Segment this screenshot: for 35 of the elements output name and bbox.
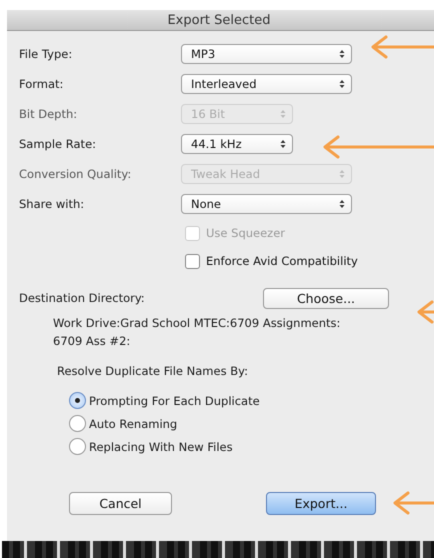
radio-label: Replacing With New Files xyxy=(89,440,233,454)
stepper-icon xyxy=(339,79,345,89)
popup-menu[interactable]: MP3 xyxy=(181,44,352,64)
checkbox[interactable] xyxy=(185,254,200,268)
checkbox-label: Use Squeezer xyxy=(206,226,286,240)
field-label: Bit Depth: xyxy=(19,107,78,121)
radio-button[interactable] xyxy=(69,392,86,409)
choose-button[interactable]: Choose... xyxy=(263,288,389,308)
popup-menu[interactable]: Interleaved xyxy=(181,74,352,94)
export-button[interactable]: Export... xyxy=(266,492,376,515)
field-label: File Type: xyxy=(19,47,74,61)
stepper-icon xyxy=(339,199,345,209)
radio-label: Auto Renaming xyxy=(89,416,178,430)
section-label: Resolve Duplicate File Names By: xyxy=(56,364,249,378)
window-title: Export Selected xyxy=(167,12,271,28)
cancel-button[interactable]: Cancel xyxy=(69,492,172,515)
stepper-icon xyxy=(280,109,286,119)
popup-menu[interactable]: None xyxy=(181,194,352,214)
field-label: Destination Directory: xyxy=(19,291,146,305)
field-label: Share with: xyxy=(19,197,86,211)
radio-button[interactable] xyxy=(69,438,86,455)
annotation-arrow xyxy=(370,35,434,59)
annotation-arrow xyxy=(392,491,434,515)
stepper-icon xyxy=(280,139,286,149)
stepper-icon xyxy=(339,49,345,59)
popup-menu[interactable]: 44.1 kHz xyxy=(181,134,293,154)
field-label: Sample Rate: xyxy=(19,137,98,151)
directory-path: Work Drive:Grad School MTEC:6709 Assignments: 6709 Ass #2: xyxy=(52,315,342,350)
field-label: Conversion Quality: xyxy=(19,167,132,181)
radio-button[interactable] xyxy=(69,415,86,432)
field-label: Format: xyxy=(19,77,64,91)
annotation-arrow xyxy=(416,300,434,324)
checkbox-label: Enforce Avid Compatibility xyxy=(206,254,358,268)
radio-label: Prompting For Each Duplicate xyxy=(89,394,260,408)
stepper-icon xyxy=(339,169,345,179)
